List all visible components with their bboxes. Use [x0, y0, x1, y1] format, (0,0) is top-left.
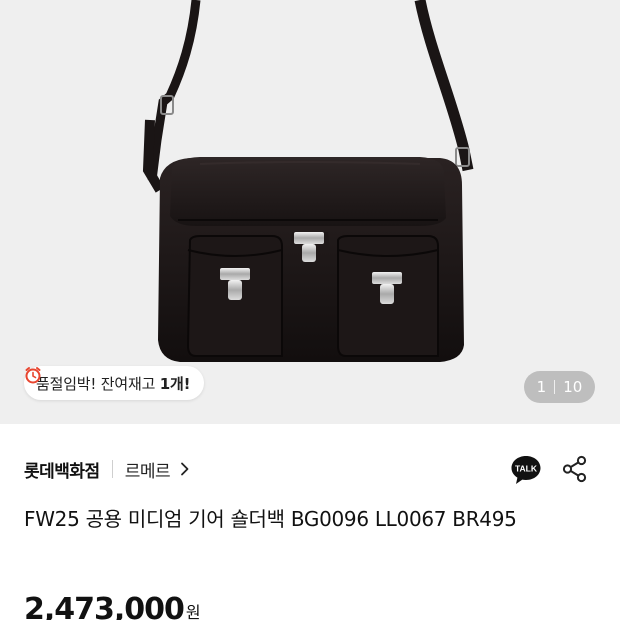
talk-chat-icon[interactable]: TALK: [509, 453, 543, 487]
pager-total: 10: [563, 378, 583, 396]
product-image-bag: [142, 0, 474, 362]
pager-divider: [554, 380, 556, 394]
talk-label: TALK: [515, 464, 538, 474]
share-icon[interactable]: [560, 454, 590, 484]
alarm-clock-icon: [25, 367, 41, 384]
low-stock-badge: 품절임박! 잔여재고 1개!: [24, 366, 205, 400]
brand-link[interactable]: 르메르: [125, 457, 171, 482]
chevron-right-icon[interactable]: [178, 462, 192, 476]
product-image-carousel[interactable]: 품절임박! 잔여재고 1개! 1 10: [0, 0, 620, 424]
product-title: FW25 공용 미디엄 기어 숄더백 BG0096 LL0067 BR495: [24, 507, 517, 531]
pager-current: 1: [536, 378, 547, 396]
seller-divider: [111, 460, 113, 478]
image-pager: 1 10: [524, 371, 595, 403]
low-stock-count: 1개!: [159, 374, 191, 393]
low-stock-text: 품절임박! 잔여재고 1개!: [36, 373, 190, 394]
store-name[interactable]: 롯데백화점: [24, 457, 100, 482]
price-amount: 2,473,000: [24, 592, 185, 620]
low-stock-prefix: 품절임박! 잔여재고: [36, 374, 160, 393]
price-row: 2,473,000 원: [24, 592, 201, 620]
price-unit: 원: [185, 603, 201, 620]
